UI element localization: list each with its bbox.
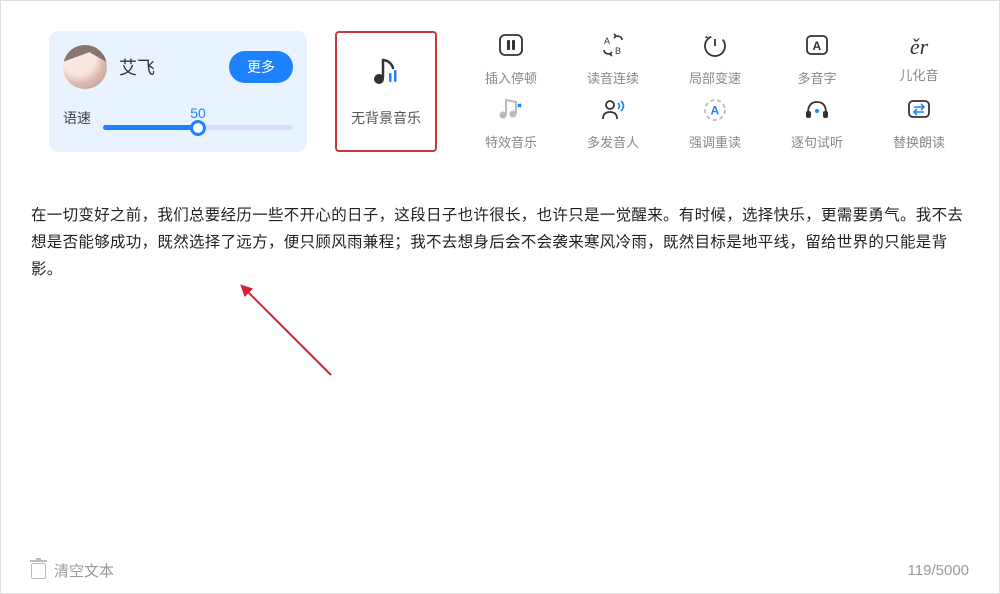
voice-card: 艾飞 更多 语速 50 [49, 31, 307, 152]
annotation-arrow [236, 280, 356, 400]
tool-sfx[interactable]: 特效音乐 [465, 96, 557, 153]
background-music-card[interactable]: 无背景音乐 [335, 31, 437, 152]
speed-row: 语速 50 [63, 107, 293, 130]
voice-card-top: 艾飞 更多 [63, 45, 293, 89]
avatar [63, 45, 107, 89]
speed-slider[interactable]: 50 [103, 107, 293, 130]
tool-grid: 插入停顿 A B 读音连续 [465, 31, 965, 152]
speaker-icon [598, 96, 628, 127]
char-counter: 119/5000 [908, 562, 969, 579]
music-label: 无背景音乐 [351, 108, 421, 128]
tool-label: 特效音乐 [485, 132, 537, 151]
voice-name: 艾飞 [119, 54, 155, 80]
slider-track [103, 125, 293, 130]
tool-local-speed[interactable]: 局部变速 [669, 31, 761, 88]
tool-emphasis[interactable]: A 强调重读 [669, 96, 761, 153]
music-note-icon [369, 55, 403, 94]
tool-label: 读音连续 [587, 68, 639, 87]
tool-label: 局部变速 [689, 68, 741, 87]
tool-label: 逐句试听 [791, 132, 843, 151]
footer: 清空文本 119/5000 [31, 560, 969, 581]
link-icon: A B [598, 32, 628, 63]
polyphone-icon: A [802, 32, 832, 63]
trash-icon [31, 563, 46, 579]
tool-continuous[interactable]: A B 读音连续 [567, 31, 659, 88]
tool-polyphone[interactable]: A 多音字 [771, 31, 863, 88]
speed-icon [700, 32, 730, 63]
text-content[interactable]: 在一切变好之前，我们总要经历一些不开心的日子，这段日子也许很长，也许只是一觉醒来… [1, 152, 999, 283]
svg-text:A: A [604, 36, 610, 46]
tool-label: 多音字 [797, 68, 836, 87]
slider-thumb[interactable] [190, 120, 206, 136]
tool-label: 多发音人 [587, 132, 639, 151]
top-toolbar: 艾飞 更多 语速 50 无背景音乐 [1, 1, 999, 152]
tool-label: 儿化音 [899, 65, 938, 84]
tool-label: 插入停顿 [485, 68, 537, 87]
tool-multi-speaker[interactable]: 多发音人 [567, 96, 659, 153]
sfx-icon [496, 96, 526, 127]
tool-replace-read[interactable]: 替换朗读 [873, 96, 965, 153]
headphone-icon [802, 96, 832, 127]
svg-text:B: B [615, 46, 621, 56]
more-button[interactable]: 更多 [229, 51, 293, 83]
erhua-icon: ěr [910, 34, 928, 60]
svg-text:A: A [813, 39, 822, 53]
clear-label: 清空文本 [54, 560, 114, 581]
clear-text-button[interactable]: 清空文本 [31, 560, 114, 581]
tool-label: 强调重读 [689, 132, 741, 151]
svg-text:A: A [711, 104, 720, 118]
pause-icon [496, 32, 526, 63]
tool-label: 替换朗读 [893, 132, 945, 151]
tool-sentence-try[interactable]: 逐句试听 [771, 96, 863, 153]
tool-insert-pause[interactable]: 插入停顿 [465, 31, 557, 88]
tool-erhua[interactable]: ěr 儿化音 [873, 31, 965, 88]
emphasis-icon: A [700, 96, 730, 127]
speed-label: 语速 [63, 108, 91, 130]
replace-icon [904, 96, 934, 127]
